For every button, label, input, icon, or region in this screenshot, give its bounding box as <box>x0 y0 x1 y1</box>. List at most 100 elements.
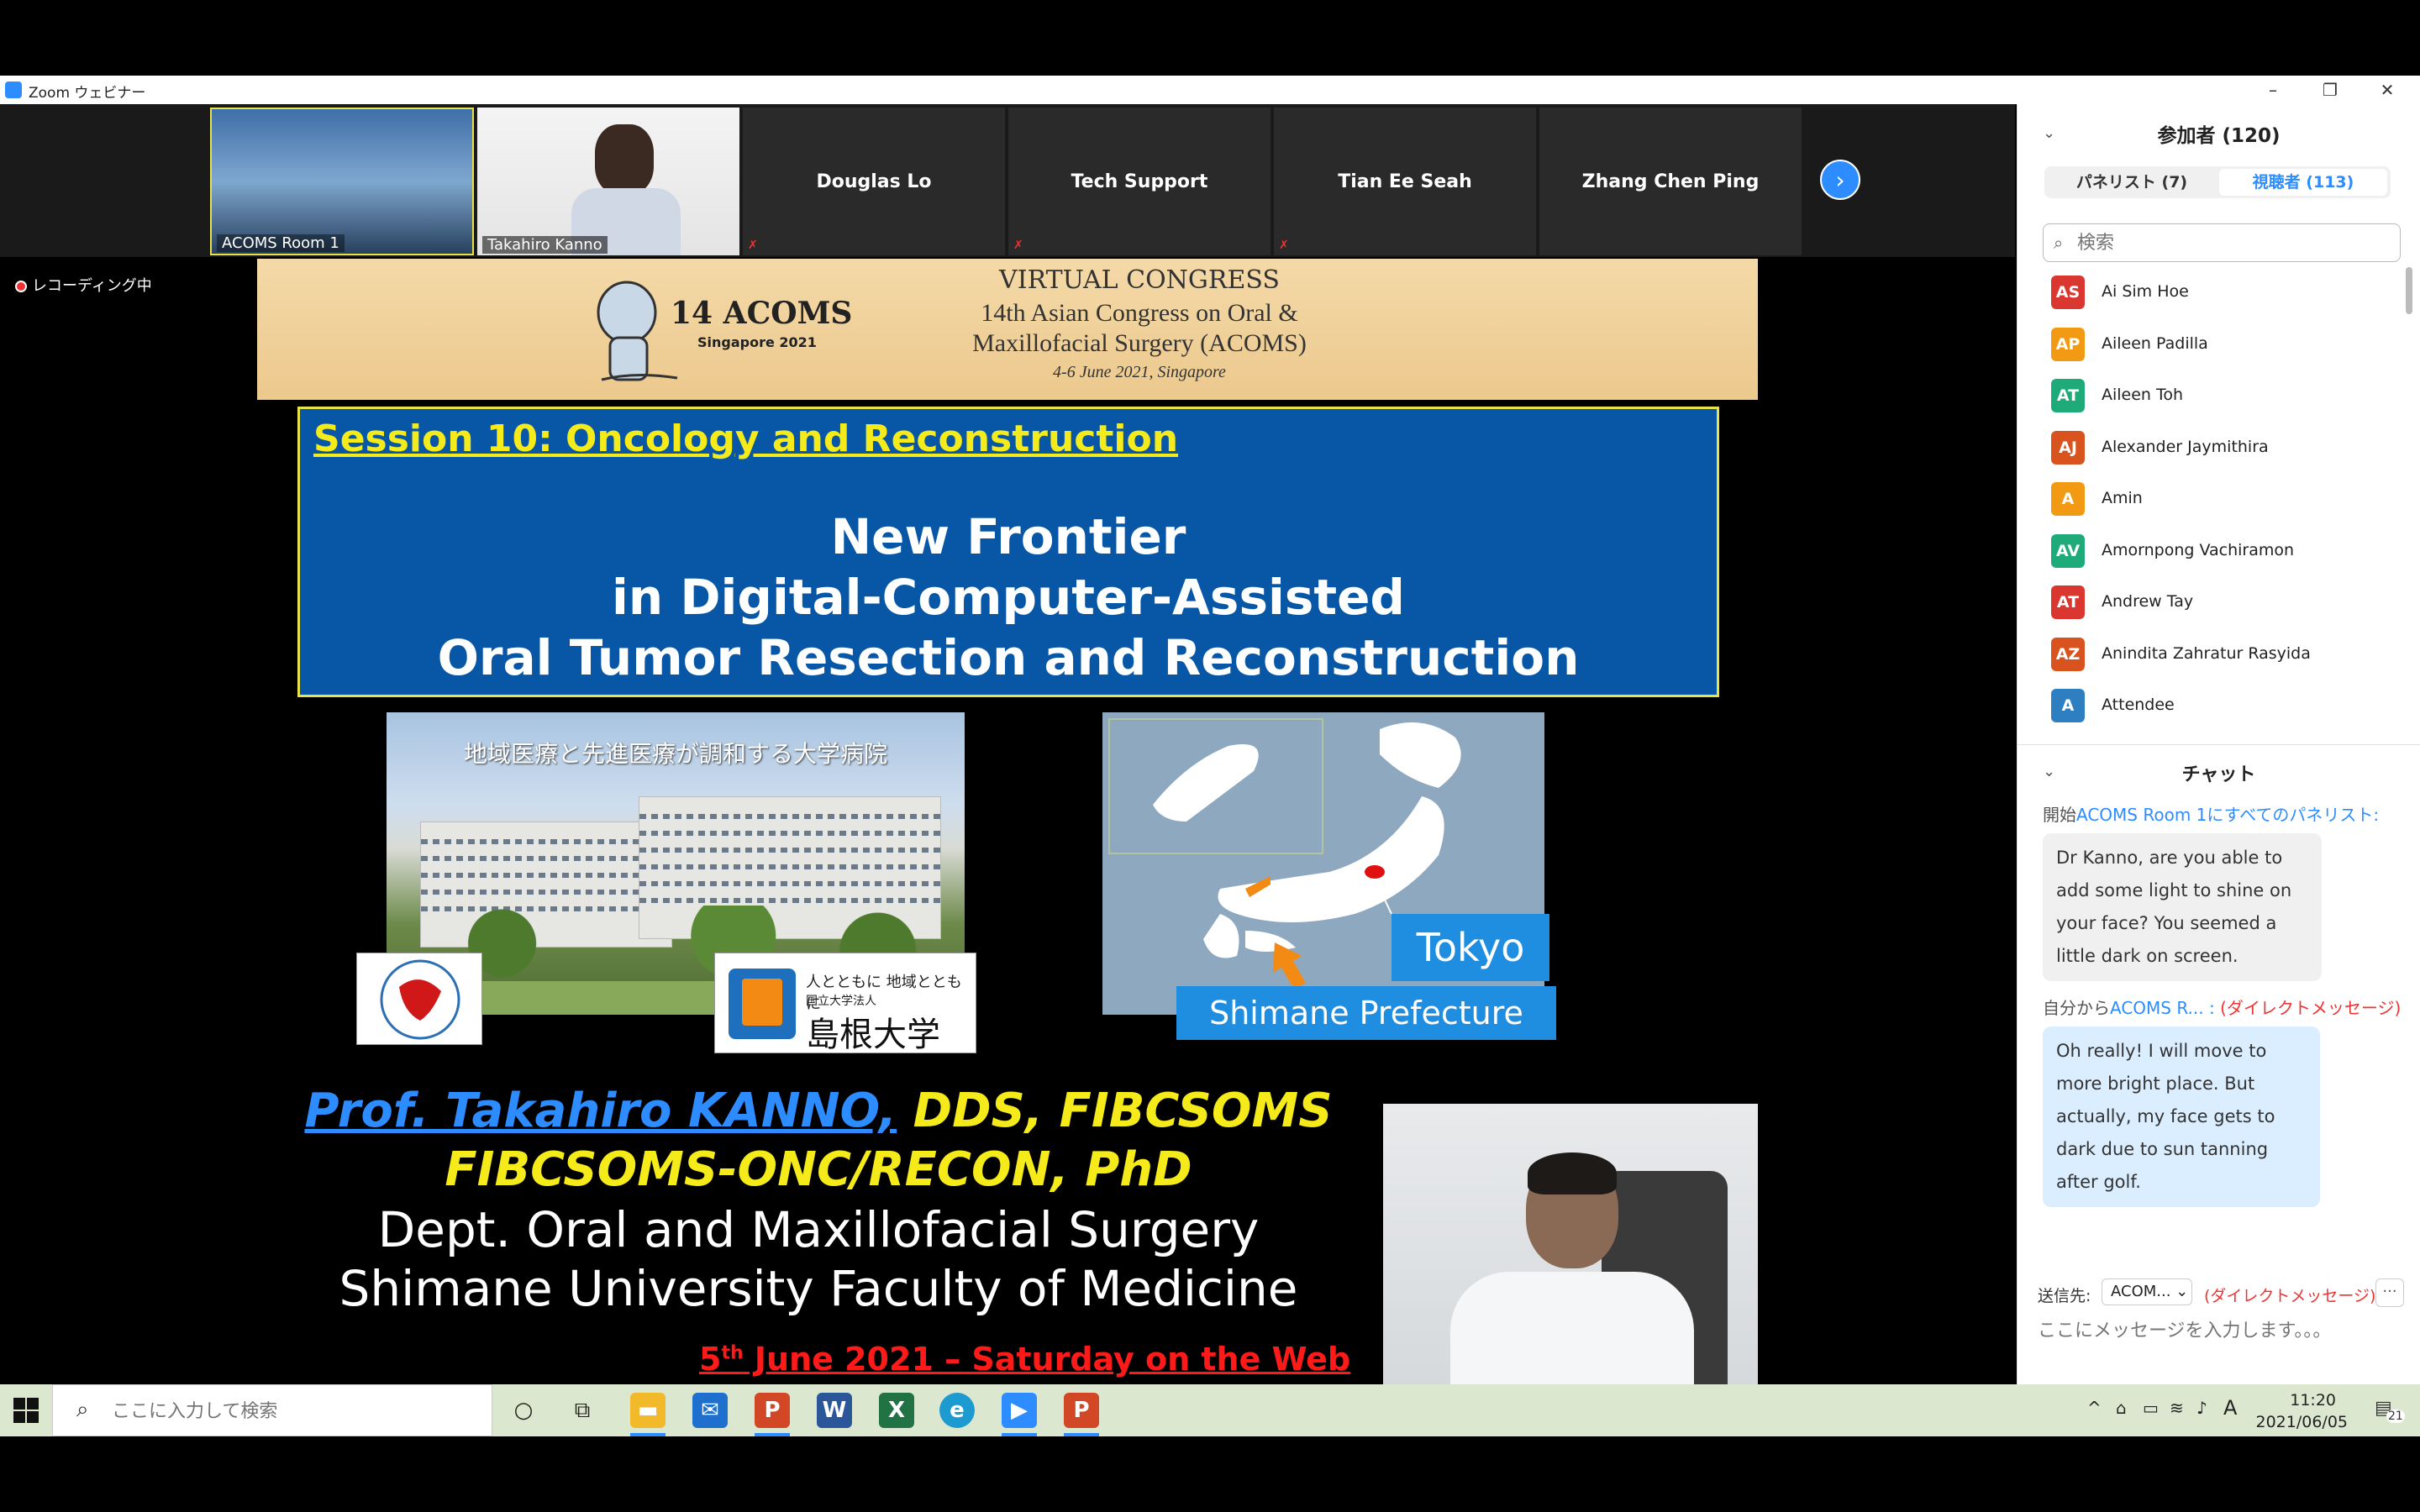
participant-name: Attendee <box>2102 696 2175 714</box>
chat-me-dm: (ダイレクトメッセージ) <box>2220 998 2402 1018</box>
university-badge-inner <box>742 979 782 1026</box>
wifi-icon[interactable]: ≋ <box>2170 1398 2184 1418</box>
powerpoint-show-icon[interactable]: P <box>1064 1393 1099 1428</box>
participant-row[interactable]: AZ Anindita Zahratur Rasyida <box>2051 634 2387 671</box>
excel-icon[interactable]: X <box>879 1393 914 1428</box>
close-button[interactable]: ✕ <box>2358 76 2417 104</box>
taskbar-search[interactable]: ⌕ <box>52 1384 492 1436</box>
notification-count: 21 <box>2386 1410 2405 1423</box>
recording-indicator: レコーディング中 <box>15 274 152 296</box>
shimane-university-logo: 人とともに 地域とともに 国立大学法人 島根大学 <box>714 953 976 1054</box>
avatar: AT <box>2051 379 2085 412</box>
edge-icon[interactable]: e <box>939 1393 975 1428</box>
participant-name: Anindita Zahratur Rasyida <box>2102 643 2311 663</box>
taskbar-search-input[interactable] <box>112 1397 465 1425</box>
participant-name: Aileen Toh <box>2102 386 2184 404</box>
tile-name: Tian Ee Seah <box>1338 171 1472 192</box>
chat-message-1-meta: 開始ACOMS Room 1にすべてのパネリスト: <box>2043 801 2379 826</box>
chat-message-input[interactable] <box>2038 1314 2399 1347</box>
cortana-icon[interactable]: ○ <box>506 1393 541 1428</box>
avatar: AV <box>2051 533 2085 568</box>
zoom-icon[interactable]: ▶ <box>1002 1393 1037 1428</box>
participant-row[interactable]: AT Andrew Tay <box>2051 582 2387 619</box>
participant-row[interactable]: AS Ai Sim Hoe <box>2051 272 2387 309</box>
next-page-button[interactable]: › <box>1820 160 1860 200</box>
speaker-coat <box>1450 1272 1694 1384</box>
participant-name: Alexander Jaymithira <box>2102 437 2269 456</box>
speaker-video <box>1383 1104 1758 1384</box>
avatar: A <box>2051 482 2085 516</box>
taskbar-time[interactable]: 11:20 <box>2290 1391 2336 1410</box>
date-rest: June 2021 – Saturday on the Web <box>743 1341 1351 1378</box>
chat-from-name: ACOMS Room 1 <box>2076 805 2207 825</box>
tab-attendees[interactable]: 視聴者 (113) <box>2219 169 2387 196</box>
network-icon[interactable]: ⌂ <box>2116 1398 2127 1418</box>
powerpoint-icon[interactable]: P <box>755 1393 790 1428</box>
video-gallery-strip: ACOMS Room 1 Takahiro Kanno Douglas Lo ✗… <box>0 104 2015 257</box>
avatar: AP <box>2051 327 2085 361</box>
speaker-name: Prof. Takahiro KANNO, <box>304 1084 897 1138</box>
chat-from-suffix: にすべてのパネリスト: <box>2207 805 2380 825</box>
participant-row[interactable]: AT Aileen Toh <box>2051 375 2387 412</box>
university-name: 島根大学 <box>806 1016 940 1054</box>
speaker-name-line: Prof. Takahiro KANNO, DDS, FIBCSOMS <box>213 1084 1423 1138</box>
windows-taskbar: ⌕ ○ ⧉ ▬ ✉ P W X e ▶ P ^ ⌂ ▭ ≋ ♪ A 11:20 … <box>0 1384 2420 1436</box>
chat-message-1: Dr Kanno, are you able to add some light… <box>2043 833 2322 981</box>
avatar: A <box>2051 689 2085 722</box>
recording-dot-icon <box>15 281 27 292</box>
search-input[interactable] <box>2077 229 2388 256</box>
speaker-head <box>595 124 654 195</box>
video-tile-tech-support[interactable]: Tech Support ✗ <box>1008 108 1270 255</box>
tile-name-label: Takahiro Kanno <box>482 236 608 254</box>
chat-header: チャット <box>2181 764 2256 785</box>
mail-icon[interactable]: ✉ <box>692 1393 728 1428</box>
chat-message-2: Oh really! I will move to more bright pl… <box>2043 1026 2320 1207</box>
send-to-dropdown[interactable]: ACOM... ⌄ <box>2102 1278 2192 1305</box>
participant-scrollbar[interactable] <box>2406 267 2412 314</box>
file-explorer-icon[interactable]: ▬ <box>630 1393 666 1428</box>
participant-search[interactable]: ⌕ <box>2043 223 2401 262</box>
notification-center-icon[interactable]: ▤ 21 <box>2375 1398 2405 1425</box>
hospital-emblem-logo <box>356 953 482 1045</box>
task-view-icon[interactable]: ⧉ <box>565 1393 600 1428</box>
participant-name: Amin <box>2102 489 2143 507</box>
chat-me-to: ACOMS R... : <box>2110 998 2215 1018</box>
participant-name: Amornpong Vachiramon <box>2102 540 2295 559</box>
send-to-label: 送信先: <box>2038 1287 2091 1305</box>
system-tray: ^ ⌂ ▭ ≋ ♪ A <box>2087 1384 2407 1436</box>
chat-from-prefix: 開始 <box>2043 805 2076 825</box>
video-tile-takahiro-kanno[interactable]: Takahiro Kanno <box>477 108 739 255</box>
video-tile-douglas-lo[interactable]: Douglas Lo ✗ <box>743 108 1005 255</box>
university-sub: 国立大学法人 <box>806 995 876 1008</box>
tab-panelists[interactable]: パネリスト (7) <box>2048 169 2216 196</box>
participant-row[interactable]: AV Amornpong Vachiramon <box>2051 531 2387 568</box>
video-tile-zhang-chen-ping[interactable]: Zhang Chen Ping <box>1539 108 1802 255</box>
send-dm-label: (ダイレクトメッセージ) <box>2204 1287 2376 1305</box>
date-sup: th <box>721 1342 744 1364</box>
battery-icon[interactable]: ▭ <box>2143 1398 2159 1418</box>
virtual-congress-title: VIRTUAL CONGRESS <box>999 265 1280 295</box>
avatar: AZ <box>2051 637 2085 671</box>
word-icon[interactable]: W <box>817 1393 852 1428</box>
acoms-logo-text: 14 ACOMS <box>671 296 852 331</box>
restore-button[interactable]: ❐ <box>2301 76 2360 104</box>
send-to-value: ACOM... <box>2111 1283 2171 1300</box>
ime-indicator[interactable]: A <box>2223 1396 2237 1420</box>
shimane-label: Shimane Prefecture <box>1176 986 1556 1040</box>
participant-row[interactable]: AP Aileen Padilla <box>2051 324 2387 361</box>
windows-start-icon[interactable] <box>12 1396 40 1425</box>
chat-more-button[interactable]: ··· <box>2375 1278 2404 1307</box>
participant-row[interactable]: A Amin <box>2051 479 2387 516</box>
participant-row[interactable]: AJ Alexander Jaymithira <box>2051 428 2387 465</box>
acoms-name: 14 ACOMS <box>671 296 853 331</box>
video-tile-acoms-room-1[interactable]: ACOMS Room 1 <box>210 108 474 255</box>
speaker-degrees: DDS, FIBCSOMS <box>897 1084 1333 1138</box>
minimize-button[interactable]: – <box>2244 76 2302 104</box>
mic-muted-icon: ✗ <box>1013 239 1023 252</box>
session-label: Session 10: Oncology and Reconstruction <box>313 417 1179 460</box>
taskbar-date[interactable]: 2021/06/05 <box>2255 1413 2348 1431</box>
volume-icon[interactable]: ♪ <box>2196 1398 2207 1418</box>
participant-row[interactable]: A Attendee <box>2051 685 2387 722</box>
video-tile-tian-ee-seah[interactable]: Tian Ee Seah ✗ <box>1274 108 1536 255</box>
tray-expand-chevron-icon[interactable]: ^ <box>2087 1398 2102 1418</box>
